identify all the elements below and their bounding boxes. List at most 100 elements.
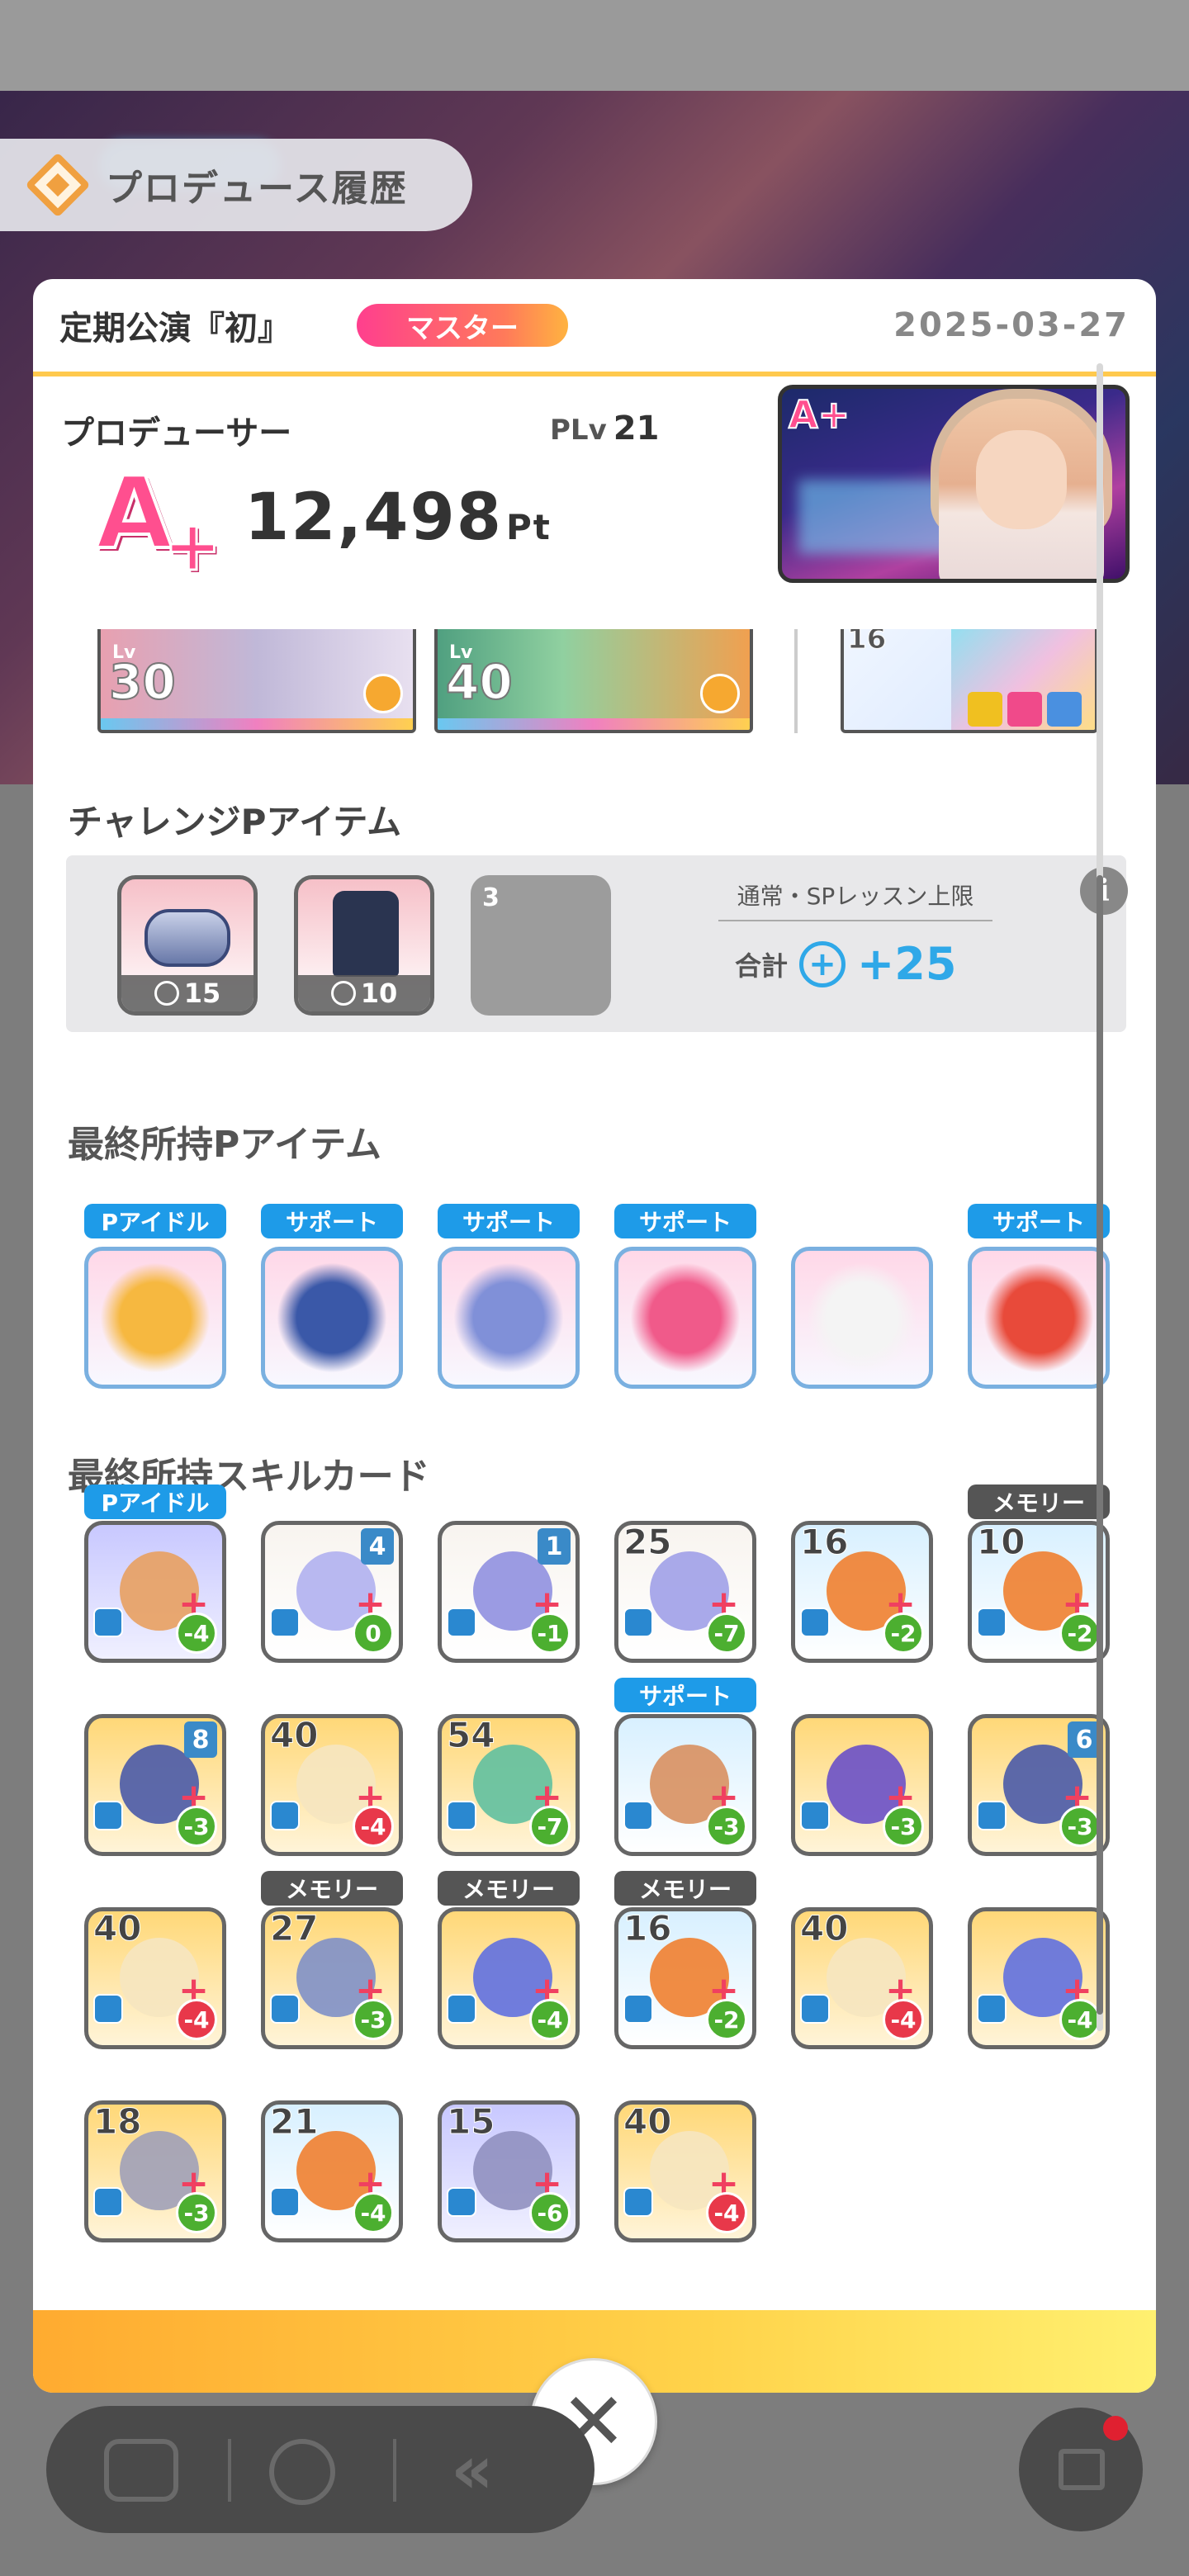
skill-card-cost: 0 bbox=[353, 1612, 394, 1654]
support-card[interactable]: Lv 40 bbox=[434, 629, 753, 733]
home-icon[interactable] bbox=[104, 2439, 178, 2502]
skill-card[interactable]: 21 + -4 bbox=[261, 2100, 403, 2242]
screen-title: プロデュース履歴 bbox=[106, 168, 408, 210]
scrollbar-thumb[interactable] bbox=[1097, 875, 1103, 2015]
skill-card-cost: -4 bbox=[529, 1999, 571, 2040]
skill-card[interactable]: + -4 bbox=[84, 1521, 226, 1663]
skill-card-cost: -4 bbox=[176, 1612, 217, 1654]
skill-card[interactable]: 1 + -1 bbox=[438, 1521, 580, 1663]
skill-card-cost: -4 bbox=[1059, 1999, 1101, 2040]
p-item[interactable] bbox=[968, 1247, 1110, 1389]
skill-card[interactable]: 54 + -7 bbox=[438, 1714, 580, 1856]
skill-card-cost: -3 bbox=[353, 1999, 394, 2040]
skill-card[interactable]: 40 + -4 bbox=[84, 1907, 226, 2049]
menu-circle-icon[interactable] bbox=[269, 2439, 335, 2505]
p-item[interactable] bbox=[614, 1247, 756, 1389]
skill-card-cost: -2 bbox=[706, 1999, 747, 2040]
p-item[interactable] bbox=[261, 1247, 403, 1389]
p-item-tag: サポート bbox=[438, 1204, 580, 1238]
skill-card-cost: -3 bbox=[883, 1806, 924, 1847]
ability-icon bbox=[1047, 692, 1082, 727]
skill-card-cost: -7 bbox=[706, 1612, 747, 1654]
lesson-total-value: +25 bbox=[857, 938, 957, 990]
p-item[interactable] bbox=[84, 1247, 226, 1389]
skill-card-grid: Pアイドル + -4 4 +0 1 + -1 25 + -7 16 + -2 メモリー 10 + -2 8 + -3 40… bbox=[33, 1485, 1156, 2280]
skill-card-count: 54 bbox=[446, 1715, 495, 1756]
skill-card[interactable]: 16 + -2 bbox=[614, 1907, 756, 2049]
challenge-item[interactable]: 15 bbox=[117, 875, 258, 1016]
produce-history-panel: 定期公演『初』 マスター 2025-03-27 プロデューサー PLv 21 A … bbox=[33, 279, 1156, 2393]
info-icon[interactable]: i bbox=[1080, 867, 1128, 915]
producer-summary: プロデューサー PLv 21 A + 12,498Pt A+ bbox=[33, 381, 1156, 629]
skill-effect-icon bbox=[270, 1608, 300, 1637]
flower-card-icon bbox=[453, 1262, 564, 1373]
p-item-tag: サポート bbox=[261, 1204, 403, 1238]
skill-effect-icon bbox=[977, 1608, 1007, 1637]
skill-effect-icon bbox=[270, 1801, 300, 1830]
skill-card-cost: -1 bbox=[529, 1612, 571, 1654]
skill-card[interactable]: 40 + -4 bbox=[614, 2100, 756, 2242]
skill-card[interactable]: 40 + -4 bbox=[261, 1714, 403, 1856]
skill-card-count: 16 bbox=[623, 1908, 672, 1949]
skill-card-cost: -6 bbox=[529, 2192, 571, 2233]
skill-card[interactable]: 16 + -2 bbox=[791, 1521, 933, 1663]
skill-effect-icon bbox=[93, 1994, 123, 2024]
support-card[interactable]: Lv 30 bbox=[97, 629, 416, 733]
skill-card-count: 18 bbox=[92, 2101, 142, 2143]
skill-card-value: 8 bbox=[184, 1721, 217, 1758]
skill-card-cost: -4 bbox=[883, 1999, 924, 2040]
skill-card[interactable]: + -4 bbox=[968, 1907, 1110, 2049]
skill-card-value: 1 bbox=[538, 1528, 571, 1565]
skill-card[interactable]: 8 + -3 bbox=[84, 1714, 226, 1856]
skill-card-tag: Pアイドル bbox=[84, 1485, 226, 1519]
skill-card[interactable]: 40 + -4 bbox=[791, 1907, 933, 2049]
skill-card[interactable]: 27 + -3 bbox=[261, 1907, 403, 2049]
p-item[interactable] bbox=[791, 1247, 933, 1389]
back-icon[interactable]: « bbox=[451, 2437, 525, 2503]
stage-name: 定期公演『初』 bbox=[59, 310, 291, 348]
skill-card-count: 40 bbox=[269, 1715, 319, 1756]
skill-card[interactable]: 18 + -3 bbox=[84, 2100, 226, 2242]
skill-card-count: 27 bbox=[269, 1908, 319, 1949]
skill-effect-icon bbox=[800, 1801, 830, 1830]
background-top bbox=[0, 0, 1189, 91]
notification-dot bbox=[1103, 2416, 1128, 2441]
p-item-tag: Pアイドル bbox=[84, 1204, 226, 1238]
skill-card-cost: -3 bbox=[176, 1806, 217, 1847]
p-item[interactable] bbox=[438, 1247, 580, 1389]
menu-icon bbox=[1059, 2449, 1105, 2490]
skill-card[interactable]: 25 + -7 bbox=[614, 1521, 756, 1663]
skill-card-count: 16 bbox=[799, 1522, 849, 1563]
lesson-plus-icon: + bbox=[799, 940, 846, 987]
skill-card[interactable]: + -3 bbox=[614, 1714, 756, 1856]
challenge-item[interactable]: 10 bbox=[294, 875, 434, 1016]
produce-date: 2025-03-27 bbox=[893, 306, 1130, 344]
skill-card[interactable]: 6 + -3 bbox=[968, 1714, 1110, 1856]
skill-effect-icon bbox=[800, 1608, 830, 1637]
screen-header: プロデュース履歴 bbox=[0, 139, 472, 231]
skill-card[interactable]: + -4 bbox=[438, 1907, 580, 2049]
skill-card[interactable]: + -3 bbox=[791, 1714, 933, 1856]
skill-card[interactable]: 10 + -2 bbox=[968, 1521, 1110, 1663]
menu-button[interactable] bbox=[1019, 2408, 1143, 2531]
thumbnail-rank-badge: A+ bbox=[788, 391, 850, 438]
skill-effect-icon bbox=[93, 1801, 123, 1830]
skill-effect-icon bbox=[623, 1994, 653, 2024]
skill-card[interactable]: 4 +0 bbox=[261, 1521, 403, 1663]
ability-icon bbox=[968, 692, 1002, 727]
idol-thumbnail[interactable]: A+ bbox=[778, 385, 1130, 583]
support-type-icon bbox=[363, 674, 403, 713]
support-card-strip: Lv 30 Lv 40 16 bbox=[33, 629, 1156, 746]
lesson-plus-icon bbox=[154, 981, 179, 1006]
skill-card-tag: メモリー bbox=[614, 1871, 756, 1906]
lesson-limit-label: 通常・SPレッスン上限 bbox=[718, 878, 992, 921]
divider bbox=[228, 2439, 231, 2502]
skill-effect-icon bbox=[447, 1801, 476, 1830]
rank-badge: A + bbox=[94, 457, 223, 588]
skill-card-count: 15 bbox=[446, 2101, 495, 2143]
challenge-items-title: チャレンジPアイテム bbox=[68, 802, 402, 842]
skill-card[interactable]: 15 + -6 bbox=[438, 2100, 580, 2242]
history-scroll-area[interactable]: Lv 30 Lv 40 16 チャレンジPアイテム 15 10 3 通常・SPレ… bbox=[33, 629, 1156, 2305]
memory-card[interactable]: 16 bbox=[841, 629, 1098, 733]
skill-card-cost: -7 bbox=[529, 1806, 571, 1847]
